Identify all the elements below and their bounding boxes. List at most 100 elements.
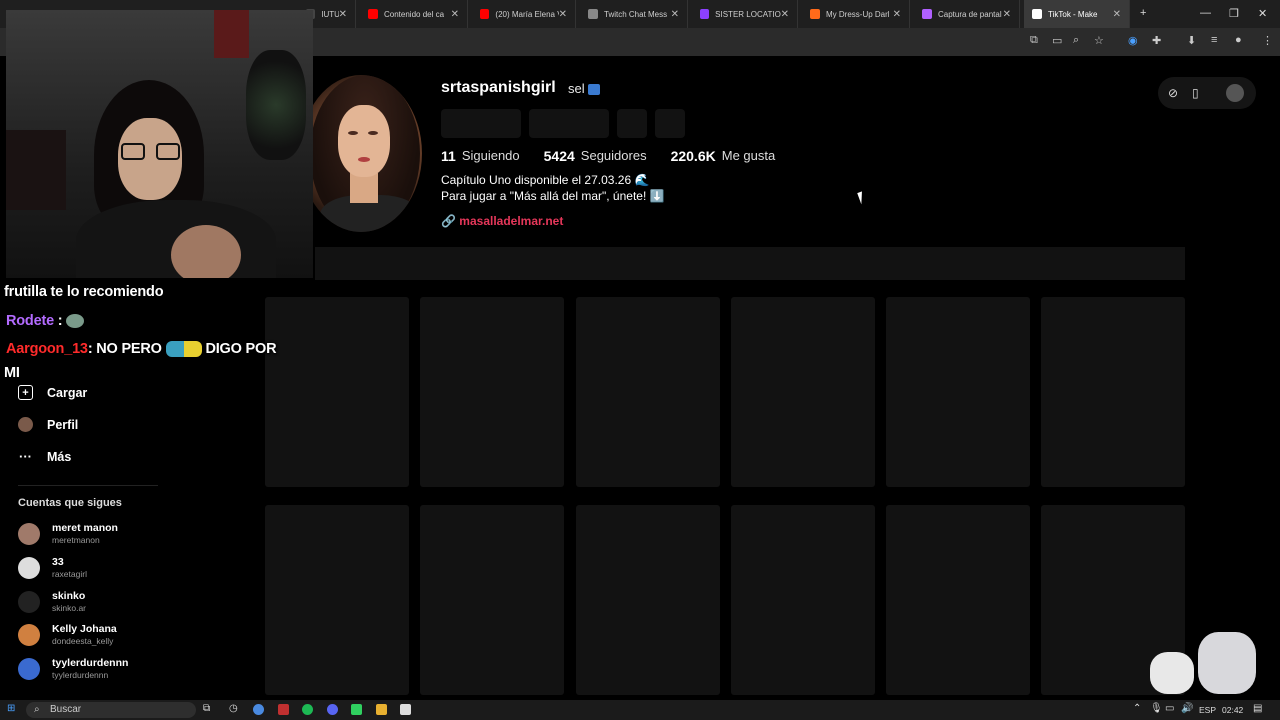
avatar <box>18 657 40 680</box>
tab-close-icon[interactable]: ✕ <box>1003 9 1011 20</box>
tab-close-icon[interactable]: ✕ <box>1113 9 1121 20</box>
profile-tabs-bar[interactable] <box>315 247 1185 280</box>
chat-text: DIGO POR <box>205 341 277 357</box>
followed-account[interactable]: tyylerdurdennn tyylerdurdennn <box>18 657 128 680</box>
notifications-icon[interactable]: ▤ <box>1253 703 1262 714</box>
sidebar-item-upload[interactable]: + Cargar <box>18 385 87 400</box>
capture-app-icon[interactable] <box>400 704 411 715</box>
green-app-icon[interactable] <box>351 704 362 715</box>
followed-account[interactable]: meret manon meretmanon <box>18 522 118 545</box>
profile-avatar[interactable] <box>300 75 422 232</box>
tab-close-icon[interactable]: ✕ <box>339 9 347 20</box>
follow-button[interactable] <box>441 109 521 138</box>
avatar-icon <box>18 417 33 432</box>
volume-icon[interactable]: 🔊 <box>1181 703 1193 714</box>
add-friend-button[interactable] <box>617 109 647 138</box>
browser-tab[interactable]: Twitch Chat Mess ✕ <box>580 0 688 28</box>
webcam-overlay <box>6 10 313 278</box>
sidebar-item-profile[interactable]: Perfil <box>18 417 78 432</box>
tab-close-icon[interactable]: ✕ <box>671 9 679 20</box>
tab-favicon-icon <box>480 9 490 19</box>
minimize-button[interactable]: — <box>1200 7 1211 19</box>
menu-dots-icon[interactable]: ⋮ <box>1262 34 1273 47</box>
chat-text: : NO PERO <box>87 341 162 357</box>
profile-avatar-icon[interactable]: ● <box>1235 34 1242 46</box>
close-window-button[interactable]: ✕ <box>1258 7 1267 20</box>
video-thumbnail[interactable] <box>1041 297 1185 487</box>
followers-count: 5424 <box>543 148 575 164</box>
message-button[interactable] <box>529 109 609 138</box>
bookmark-star-icon[interactable]: ☆ <box>1094 34 1104 47</box>
file-explorer-icon[interactable] <box>376 704 387 715</box>
link-icon: 🔗 <box>441 214 456 228</box>
translate-icon[interactable]: ⧉ <box>1030 34 1038 47</box>
tab-close-icon[interactable]: ✕ <box>451 9 459 20</box>
followers-label[interactable]: Seguidores <box>581 148 647 164</box>
followed-account[interactable]: Kelly Johana dondeesta_kelly <box>18 623 117 646</box>
profile-username: srtaspanishgirl <box>441 79 556 96</box>
compass-icon[interactable]: ⊘ <box>1168 86 1178 100</box>
tab-close-icon[interactable]: ✕ <box>893 9 901 20</box>
browser-tab[interactable]: (20) María Elena V ✕ <box>472 0 576 28</box>
task-view-icon[interactable]: ⧉ <box>203 703 210 714</box>
account-handle: skinko.ar <box>52 603 87 613</box>
news-app-icon[interactable] <box>278 704 289 715</box>
profile-stats: 11 Siguiendo 5424 Seguidores 220.6K Me g… <box>441 148 775 164</box>
tab-close-icon[interactable]: ✕ <box>559 9 567 20</box>
video-thumbnail[interactable] <box>420 505 564 695</box>
video-thumbnail[interactable] <box>886 297 1030 487</box>
phone-icon[interactable]: ▯ <box>1192 86 1199 100</box>
video-thumbnail[interactable] <box>265 505 409 695</box>
tab-favicon-icon <box>1032 9 1042 19</box>
following-label[interactable]: Siguiendo <box>462 148 520 164</box>
media-control-icon[interactable]: ≡ <box>1211 34 1217 46</box>
user-avatar-icon[interactable] <box>1226 84 1244 102</box>
extension-audio-icon[interactable]: ◉ <box>1128 34 1138 47</box>
clock-time[interactable]: 02:42 <box>1222 705 1243 715</box>
video-thumbnail[interactable] <box>420 297 564 487</box>
avatar <box>18 556 40 579</box>
tab-close-icon[interactable]: ✕ <box>781 9 789 20</box>
chrome-icon[interactable] <box>253 704 264 715</box>
emote-icon <box>66 314 85 329</box>
sidebar-item-more[interactable]: ··· Más <box>18 449 71 464</box>
avatar <box>18 522 40 545</box>
video-thumbnail[interactable] <box>886 505 1030 695</box>
taskbar-search[interactable]: ⌕ Buscar <box>26 702 196 718</box>
language-indicator[interactable]: ESP <box>1199 705 1216 715</box>
sidebar-item-label: Más <box>47 449 72 464</box>
tab-label: IUTU <box>321 9 339 19</box>
avatar <box>18 623 40 646</box>
browser-tab[interactable]: Contenido del ca ✕ <box>360 0 468 28</box>
discord-icon[interactable] <box>327 704 338 715</box>
extensions-icon[interactable]: ✚ <box>1152 34 1161 47</box>
download-icon[interactable]: ⬇ <box>1187 34 1196 47</box>
spotify-icon[interactable] <box>302 704 313 715</box>
video-thumbnail[interactable] <box>731 297 875 487</box>
emote-icon <box>165 341 202 358</box>
maximize-button[interactable]: ❐ <box>1229 7 1239 20</box>
more-options-button[interactable] <box>655 109 685 138</box>
video-thumbnail[interactable] <box>576 297 720 487</box>
network-icon[interactable]: ▭ <box>1165 703 1174 714</box>
search-placeholder: Buscar <box>50 704 82 715</box>
browser-tab[interactable]: SISTER LOCATION ✕ <box>692 0 798 28</box>
followed-account[interactable]: skinko skinko.ar <box>18 590 86 613</box>
clock-app-icon[interactable]: ◷ <box>229 703 238 714</box>
tray-chevron-icon[interactable]: ⌃ <box>1133 703 1141 714</box>
new-tab-button[interactable]: + <box>1140 7 1146 19</box>
zoom-icon[interactable]: ⌕ <box>1073 34 1079 47</box>
browser-tab[interactable]: Captura de pantal ✕ <box>914 0 1020 28</box>
profile-link[interactable]: 🔗 masalladelmar.net <box>441 214 563 228</box>
followed-account[interactable]: 33 raxetagirl <box>18 556 87 579</box>
browser-tab[interactable]: TikTok - Make ✕ <box>1024 0 1130 28</box>
likes-label: Me gusta <box>721 148 776 163</box>
account-handle: raxetagirl <box>52 569 87 579</box>
video-thumbnail[interactable] <box>576 505 720 695</box>
browser-tab[interactable]: My Dress-Up Darl ✕ <box>802 0 910 28</box>
windows-start-icon[interactable]: ⊞ <box>7 703 15 714</box>
mic-icon[interactable]: 🎙 <box>1150 703 1163 714</box>
cast-icon[interactable]: ▭ <box>1052 34 1062 47</box>
video-thumbnail[interactable] <box>731 505 875 695</box>
video-thumbnail[interactable] <box>265 297 409 487</box>
